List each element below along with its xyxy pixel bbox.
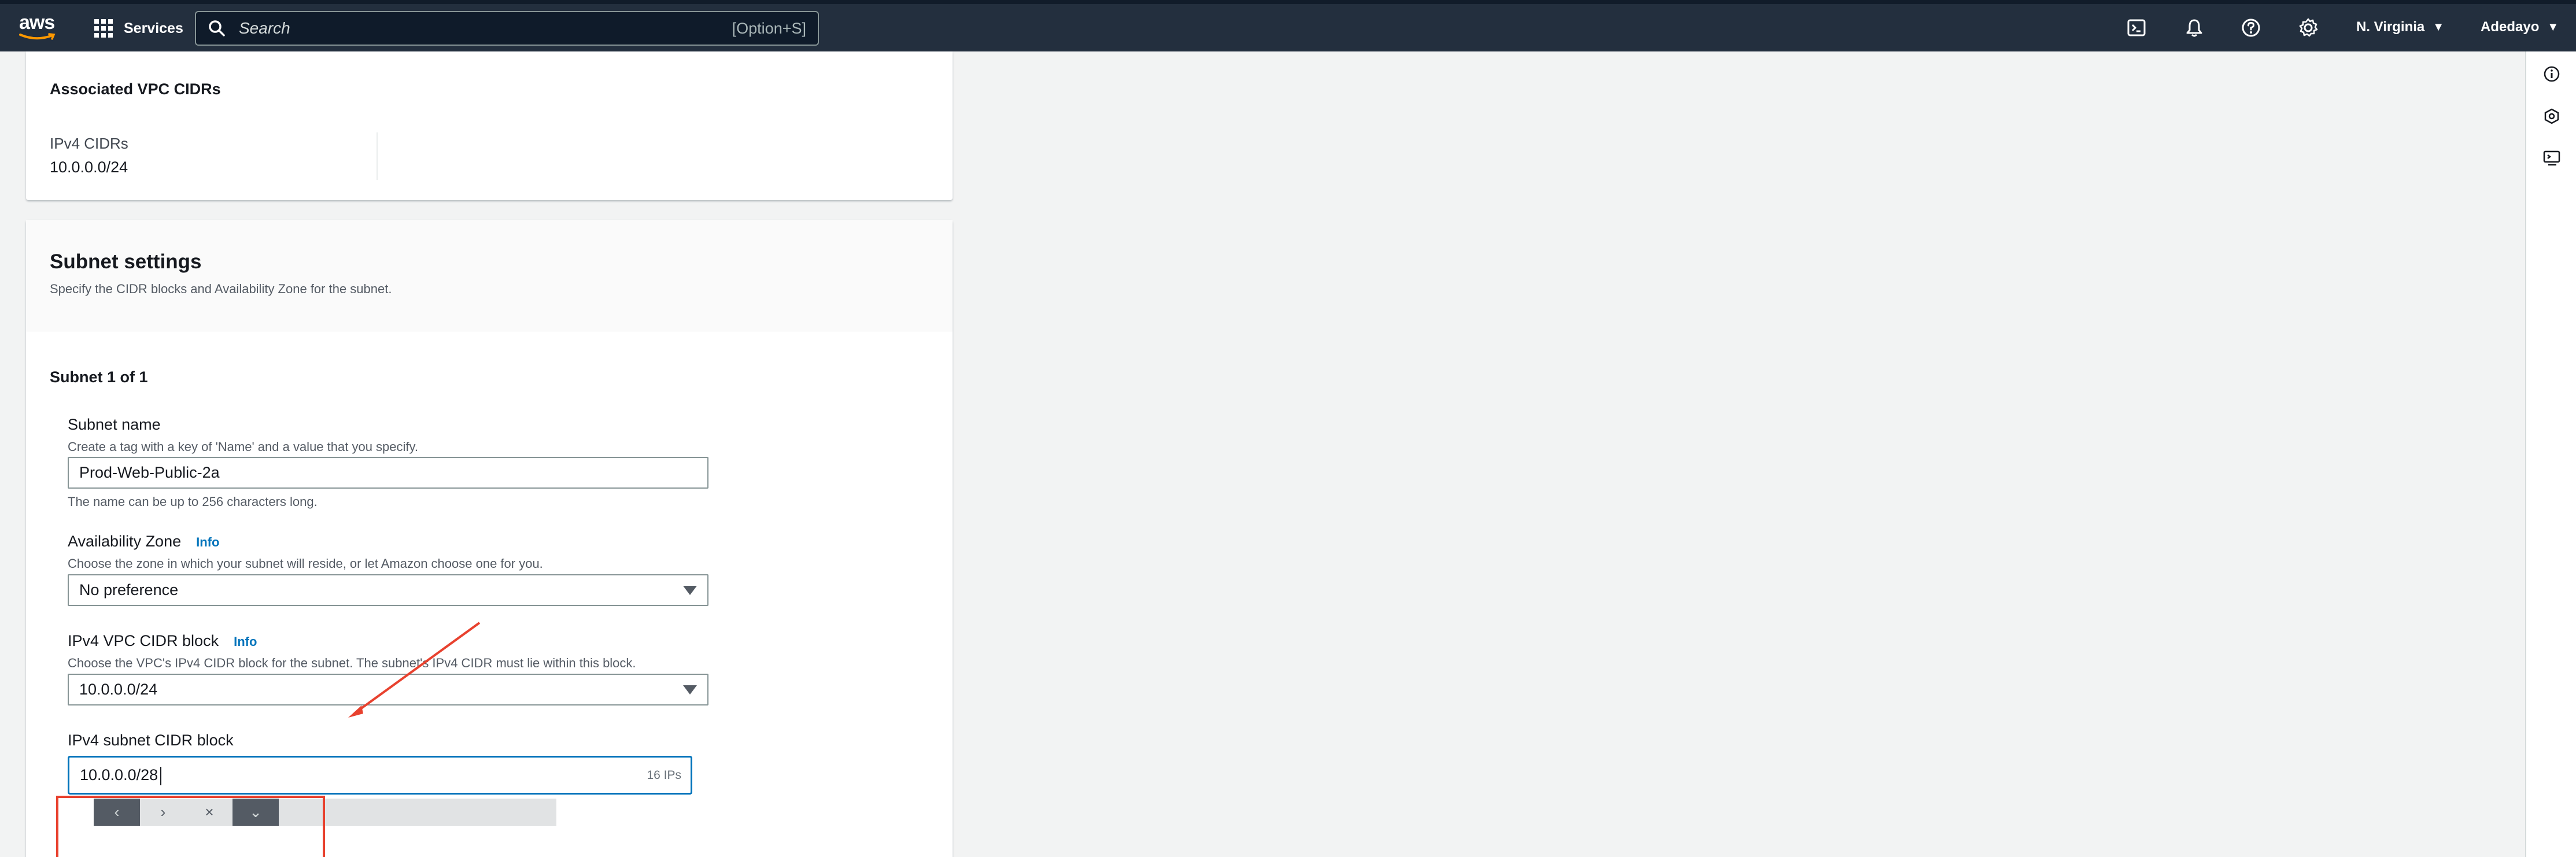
- aws-logo[interactable]: aws: [19, 13, 57, 42]
- annotation-arrow-icon: [348, 622, 481, 718]
- ip-count-label: 16 IPs: [647, 768, 681, 782]
- region-selector[interactable]: N. Virginia ▼: [2356, 19, 2444, 35]
- search-icon: [209, 20, 225, 36]
- search-shortcut-hint: [Option+S]: [732, 19, 806, 37]
- services-grid-icon: [94, 19, 113, 38]
- feedback-icon[interactable]: [2542, 106, 2562, 126]
- bell-icon[interactable]: [2183, 17, 2205, 39]
- caret-down-icon: ▼: [2433, 20, 2445, 34]
- main-content: Associated VPC CIDRs IPv4 CIDRs 10.0.0.0…: [0, 51, 2525, 857]
- aws-smile-icon: [19, 33, 56, 40]
- top-strip: [0, 0, 2576, 4]
- caret-down-icon: [683, 685, 697, 695]
- user-label: Adedayo: [2481, 19, 2540, 35]
- services-label: Services: [124, 20, 183, 36]
- right-utility-rail: [2525, 51, 2576, 857]
- caret-down-icon: [683, 585, 697, 595]
- account-menu[interactable]: Adedayo ▼: [2481, 19, 2559, 35]
- global-search[interactable]: [Option+S]: [195, 11, 819, 46]
- cloudshell-icon[interactable]: [2125, 17, 2147, 39]
- services-menu-button[interactable]: Services: [94, 17, 183, 40]
- annotation-highlight-box: [56, 796, 325, 857]
- caret-down-icon: ▼: [2547, 20, 2559, 34]
- help-icon[interactable]: [2240, 17, 2262, 39]
- top-navigation-bar: aws Services [Option+S]: [0, 0, 2576, 51]
- aws-logo-text: aws: [19, 12, 55, 34]
- search-input[interactable]: [239, 19, 732, 38]
- info-icon[interactable]: [2542, 64, 2562, 84]
- gear-icon[interactable]: [2297, 17, 2319, 39]
- cloudshell-panel-icon[interactable]: [2542, 149, 2562, 168]
- region-label: N. Virginia: [2356, 19, 2425, 35]
